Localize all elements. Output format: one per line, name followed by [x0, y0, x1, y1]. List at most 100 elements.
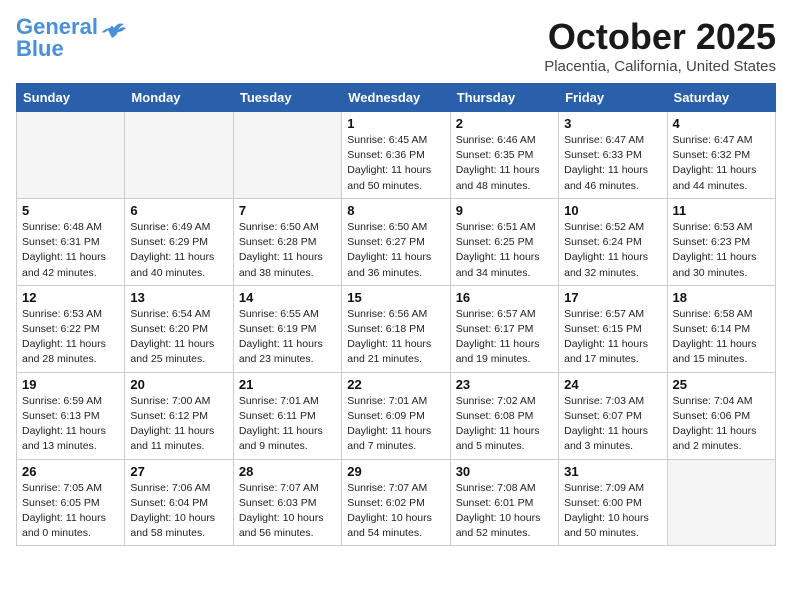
day-info: Sunrise: 7:01 AM Sunset: 6:09 PM Dayligh… — [347, 394, 444, 455]
week-row-1: 1Sunrise: 6:45 AM Sunset: 6:36 PM Daylig… — [17, 112, 776, 199]
calendar-cell — [667, 459, 775, 546]
day-number: 11 — [673, 203, 770, 218]
day-number: 14 — [239, 290, 336, 305]
day-info: Sunrise: 6:52 AM Sunset: 6:24 PM Dayligh… — [564, 220, 661, 281]
day-info: Sunrise: 7:00 AM Sunset: 6:12 PM Dayligh… — [130, 394, 227, 455]
day-number: 13 — [130, 290, 227, 305]
day-info: Sunrise: 6:59 AM Sunset: 6:13 PM Dayligh… — [22, 394, 119, 455]
day-info: Sunrise: 7:07 AM Sunset: 6:03 PM Dayligh… — [239, 481, 336, 542]
calendar-cell: 18Sunrise: 6:58 AM Sunset: 6:14 PM Dayli… — [667, 285, 775, 372]
day-info: Sunrise: 6:50 AM Sunset: 6:28 PM Dayligh… — [239, 220, 336, 281]
month-title: October 2025 — [544, 16, 776, 58]
day-number: 20 — [130, 377, 227, 392]
day-info: Sunrise: 6:53 AM Sunset: 6:22 PM Dayligh… — [22, 307, 119, 368]
calendar-table: SundayMondayTuesdayWednesdayThursdayFrid… — [16, 83, 776, 546]
day-info: Sunrise: 6:46 AM Sunset: 6:35 PM Dayligh… — [456, 133, 553, 194]
calendar-cell — [125, 112, 233, 199]
day-number: 30 — [456, 464, 553, 479]
calendar-cell: 4 Sunrise: 6:47 AM Sunset: 6:32 PM Daylig… — [667, 112, 775, 199]
day-number: 6 — [130, 203, 227, 218]
calendar-cell: 31 Sunrise: 7:09 AM Sunset: 6:00 PM Dayli… — [559, 459, 667, 546]
calendar-cell: 16 Sunrise: 6:57 AM Sunset: 6:17 PM Dayli… — [450, 285, 558, 372]
calendar-cell: 19 Sunrise: 6:59 AM Sunset: 6:13 PM Dayli… — [17, 372, 125, 459]
calendar-cell: 23Sunrise: 7:02 AM Sunset: 6:08 PM Dayli… — [450, 372, 558, 459]
day-info: Sunrise: 7:07 AM Sunset: 6:02 PM Dayligh… — [347, 481, 444, 542]
day-number: 26 — [22, 464, 119, 479]
calendar-cell: 12 Sunrise: 6:53 AM Sunset: 6:22 PM Dayli… — [17, 285, 125, 372]
title-block: October 2025 Placentia, California, Unit… — [544, 16, 776, 75]
day-info: Sunrise: 7:04 AM Sunset: 6:06 PM Dayligh… — [673, 394, 770, 455]
logo: GeneralBlue — [16, 16, 128, 60]
calendar-cell: 14 Sunrise: 6:55 AM Sunset: 6:19 PM Dayli… — [233, 285, 341, 372]
col-header-monday: Monday — [125, 84, 233, 112]
day-number: 12 — [22, 290, 119, 305]
calendar-cell: 29Sunrise: 7:07 AM Sunset: 6:02 PM Dayli… — [342, 459, 450, 546]
calendar-cell: 20 Sunrise: 7:00 AM Sunset: 6:12 PM Dayli… — [125, 372, 233, 459]
day-number: 28 — [239, 464, 336, 479]
day-info: Sunrise: 7:06 AM Sunset: 6:04 PM Dayligh… — [130, 481, 227, 542]
day-info: Sunrise: 6:47 AM Sunset: 6:32 PM Dayligh… — [673, 133, 770, 194]
day-number: 5 — [22, 203, 119, 218]
col-header-friday: Friday — [559, 84, 667, 112]
calendar-cell: 6 Sunrise: 6:49 AM Sunset: 6:29 PM Daylig… — [125, 198, 233, 285]
calendar-cell: 1Sunrise: 6:45 AM Sunset: 6:36 PM Daylig… — [342, 112, 450, 199]
col-header-thursday: Thursday — [450, 84, 558, 112]
calendar-cell: 25 Sunrise: 7:04 AM Sunset: 6:06 PM Dayli… — [667, 372, 775, 459]
calendar-cell: 9Sunrise: 6:51 AM Sunset: 6:25 PM Daylig… — [450, 198, 558, 285]
calendar-cell: 24Sunrise: 7:03 AM Sunset: 6:07 PM Dayli… — [559, 372, 667, 459]
calendar-cell: 15Sunrise: 6:56 AM Sunset: 6:18 PM Dayli… — [342, 285, 450, 372]
day-number: 1 — [347, 116, 444, 131]
col-header-tuesday: Tuesday — [233, 84, 341, 112]
day-number: 27 — [130, 464, 227, 479]
day-number: 3 — [564, 116, 661, 131]
calendar-cell: 21Sunrise: 7:01 AM Sunset: 6:11 PM Dayli… — [233, 372, 341, 459]
day-info: Sunrise: 7:08 AM Sunset: 6:01 PM Dayligh… — [456, 481, 553, 542]
day-number: 31 — [564, 464, 661, 479]
day-number: 25 — [673, 377, 770, 392]
day-number: 16 — [456, 290, 553, 305]
calendar-cell: 17Sunrise: 6:57 AM Sunset: 6:15 PM Dayli… — [559, 285, 667, 372]
col-header-wednesday: Wednesday — [342, 84, 450, 112]
header-row: SundayMondayTuesdayWednesdayThursdayFrid… — [17, 84, 776, 112]
day-info: Sunrise: 6:49 AM Sunset: 6:29 PM Dayligh… — [130, 220, 227, 281]
day-number: 19 — [22, 377, 119, 392]
calendar-cell: 8Sunrise: 6:50 AM Sunset: 6:27 PM Daylig… — [342, 198, 450, 285]
logo-text: GeneralBlue — [16, 16, 98, 60]
week-row-4: 19 Sunrise: 6:59 AM Sunset: 6:13 PM Dayli… — [17, 372, 776, 459]
calendar-cell: 26 Sunrise: 7:05 AM Sunset: 6:05 PM Dayli… — [17, 459, 125, 546]
calendar-cell — [17, 112, 125, 199]
day-number: 7 — [239, 203, 336, 218]
day-info: Sunrise: 6:53 AM Sunset: 6:23 PM Dayligh… — [673, 220, 770, 281]
day-number: 18 — [673, 290, 770, 305]
calendar-cell: 3 Sunrise: 6:47 AM Sunset: 6:33 PM Daylig… — [559, 112, 667, 199]
calendar-cell — [233, 112, 341, 199]
week-row-3: 12 Sunrise: 6:53 AM Sunset: 6:22 PM Dayli… — [17, 285, 776, 372]
day-info: Sunrise: 7:01 AM Sunset: 6:11 PM Dayligh… — [239, 394, 336, 455]
day-info: Sunrise: 7:03 AM Sunset: 6:07 PM Dayligh… — [564, 394, 661, 455]
col-header-saturday: Saturday — [667, 84, 775, 112]
day-info: Sunrise: 6:50 AM Sunset: 6:27 PM Dayligh… — [347, 220, 444, 281]
day-number: 2 — [456, 116, 553, 131]
calendar-cell: 11 Sunrise: 6:53 AM Sunset: 6:23 PM Dayli… — [667, 198, 775, 285]
day-info: Sunrise: 7:02 AM Sunset: 6:08 PM Dayligh… — [456, 394, 553, 455]
day-info: Sunrise: 6:55 AM Sunset: 6:19 PM Dayligh… — [239, 307, 336, 368]
calendar-cell: 7 Sunrise: 6:50 AM Sunset: 6:28 PM Daylig… — [233, 198, 341, 285]
calendar-cell: 10 Sunrise: 6:52 AM Sunset: 6:24 PM Dayli… — [559, 198, 667, 285]
day-number: 10 — [564, 203, 661, 218]
day-info: Sunrise: 6:47 AM Sunset: 6:33 PM Dayligh… — [564, 133, 661, 194]
day-info: Sunrise: 6:54 AM Sunset: 6:20 PM Dayligh… — [130, 307, 227, 368]
day-info: Sunrise: 7:05 AM Sunset: 6:05 PM Dayligh… — [22, 481, 119, 542]
day-info: Sunrise: 7:09 AM Sunset: 6:00 PM Dayligh… — [564, 481, 661, 542]
logo-bird-icon — [100, 20, 128, 42]
day-number: 22 — [347, 377, 444, 392]
calendar-cell: 30 Sunrise: 7:08 AM Sunset: 6:01 PM Dayli… — [450, 459, 558, 546]
day-number: 15 — [347, 290, 444, 305]
col-header-sunday: Sunday — [17, 84, 125, 112]
location-subtitle: Placentia, California, United States — [544, 58, 776, 75]
day-info: Sunrise: 6:48 AM Sunset: 6:31 PM Dayligh… — [22, 220, 119, 281]
day-info: Sunrise: 6:57 AM Sunset: 6:17 PM Dayligh… — [456, 307, 553, 368]
calendar-cell: 27 Sunrise: 7:06 AM Sunset: 6:04 PM Dayli… — [125, 459, 233, 546]
day-number: 4 — [673, 116, 770, 131]
calendar-cell: 28 Sunrise: 7:07 AM Sunset: 6:03 PM Dayli… — [233, 459, 341, 546]
day-number: 17 — [564, 290, 661, 305]
